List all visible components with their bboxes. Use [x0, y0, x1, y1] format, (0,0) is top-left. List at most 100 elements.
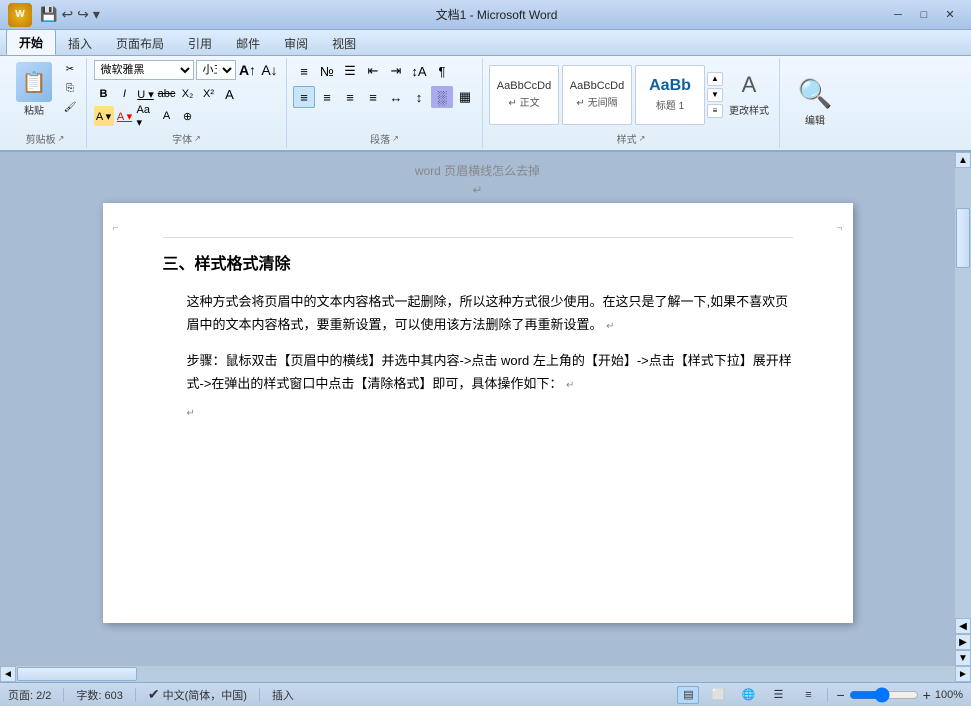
page-corner-tr: ¬ — [837, 223, 843, 234]
style-normal-label: ↵ 正文 — [508, 94, 539, 109]
increase-indent-button[interactable]: ⇥ — [385, 60, 407, 82]
align-left-button[interactable]: ≡ — [293, 86, 315, 108]
tab-home[interactable]: 开始 — [6, 29, 56, 55]
maximize-button[interactable]: □ — [911, 5, 937, 25]
text-outline-button[interactable]: A — [157, 106, 177, 126]
input-mode[interactable]: 插入 — [272, 687, 294, 703]
zoom-minus-button[interactable]: − — [836, 687, 844, 703]
dropdown-quick-icon[interactable]: ▾ — [93, 6, 100, 23]
underline-button[interactable]: U ▾ — [136, 84, 156, 104]
paragraph-expand-icon[interactable]: ↗ — [392, 134, 399, 143]
tab-view[interactable]: 视图 — [320, 31, 368, 55]
tab-review[interactable]: 审阅 — [272, 31, 320, 55]
strikethrough-button[interactable]: abc — [157, 84, 177, 104]
web-layout-button[interactable]: 🌐 — [737, 686, 759, 704]
fullscreen-button[interactable]: ⬜ — [707, 686, 729, 704]
scroll-down-button[interactable]: ▼ — [955, 650, 971, 666]
line-spacing-button[interactable]: ↕ — [408, 86, 430, 108]
highlight-button[interactable]: A ▾ — [94, 106, 114, 126]
ribbon-group-paragraph: ≡ № ☰ ⇤ ⇥ ↕A ¶ ≡ ≡ ≡ ≡ ↔ ↕ ░ ▦ — [287, 58, 483, 148]
redo-quick-icon[interactable]: ↪ — [77, 6, 89, 23]
tab-insert[interactable]: 插入 — [56, 31, 104, 55]
subscript-button[interactable]: X₂ — [178, 84, 198, 104]
style-nospacing-label: ↵ 无间隔 — [576, 94, 617, 109]
decrease-font-button[interactable]: A↓ — [260, 60, 280, 80]
styles-expand-icon[interactable]: ↗ — [639, 134, 646, 143]
tab-pagelayout[interactable]: 页面布局 — [104, 31, 176, 55]
scroll-thumb[interactable] — [956, 208, 970, 268]
language-icon: ✔ — [148, 686, 160, 703]
document-page[interactable]: ⌐ ¬ 三、样式格式清除 这种方式会将页眉中的文本内容格式一起删除，所以这种方式… — [103, 203, 853, 623]
align-right-button[interactable]: ≡ — [339, 86, 361, 108]
scroll-right-button[interactable]: ► — [955, 666, 971, 682]
multilevel-button[interactable]: ☰ — [339, 60, 361, 82]
vertical-scrollbar: ▲ ◀ ▶ ▼ — [955, 152, 971, 666]
draft-button[interactable]: ≡ — [797, 686, 819, 704]
font-name-select[interactable]: 微软雅黑 — [94, 60, 194, 80]
clipboard-expand-icon[interactable]: ↗ — [58, 134, 65, 143]
show-marks-button[interactable]: ¶ — [431, 60, 453, 82]
style-heading1-label: 标题 1 — [656, 97, 684, 112]
char-shade-button[interactable]: Aa ▾ — [136, 106, 156, 126]
close-button[interactable]: ✕ — [937, 5, 963, 25]
clear-format-button[interactable]: A — [220, 84, 240, 104]
outline-button[interactable]: ☰ — [767, 686, 789, 704]
doc-paragraph1: 这种方式会将页眉中的文本内容格式一起删除，所以这种方式很少使用。在这只是了解一下… — [187, 290, 793, 337]
text-direction-button[interactable]: ↔ — [385, 86, 407, 108]
style-scroll-up[interactable]: ▲ — [707, 72, 723, 86]
increase-font-button[interactable]: A↑ — [238, 60, 258, 80]
font-size-select[interactable]: 小五 — [196, 60, 236, 80]
borders-button[interactable]: ▦ — [454, 86, 476, 108]
h-scroll-thumb[interactable] — [17, 667, 137, 681]
document-scroll[interactable]: word 页眉横线怎么去掉 ↵ ⌐ ¬ 三、样式格式清除 这种方式会将页眉中的文… — [0, 152, 955, 666]
font-color-button[interactable]: A ▾ — [115, 106, 135, 126]
format-painter-button[interactable]: 🖌 — [60, 98, 80, 116]
paragraph-content: ≡ № ☰ ⇤ ⇥ ↕A ¶ ≡ ≡ ≡ ≡ ↔ ↕ ░ ▦ — [293, 60, 476, 129]
text-effect-button[interactable]: ⊕ — [178, 106, 198, 126]
para1-enter: ↵ — [606, 321, 614, 332]
justify-button[interactable]: ≡ — [362, 86, 384, 108]
next-page-button[interactable]: ▶ — [955, 634, 971, 650]
print-layout-button[interactable]: ▤ — [677, 686, 699, 704]
style-heading1[interactable]: AaBb 标题 1 — [635, 65, 705, 125]
italic-button[interactable]: I — [115, 84, 135, 104]
numbering-button[interactable]: № — [316, 60, 338, 82]
prev-page-button[interactable]: ◀ — [955, 618, 971, 634]
superscript-button[interactable]: X² — [199, 84, 219, 104]
cut-button[interactable]: ✂ — [60, 60, 80, 78]
sort-button[interactable]: ↕A — [408, 60, 430, 82]
tab-mailings[interactable]: 邮件 — [224, 31, 272, 55]
minimize-button[interactable]: ─ — [885, 5, 911, 25]
bold-button[interactable]: B — [94, 84, 114, 104]
statusbar-right: ▤ ⬜ 🌐 ☰ ≡ − + 100% — [677, 686, 963, 704]
zoom-plus-button[interactable]: + — [923, 687, 931, 703]
align-center-button[interactable]: ≡ — [316, 86, 338, 108]
style-expand[interactable]: ≡ — [707, 104, 723, 118]
scroll-track[interactable] — [955, 168, 971, 618]
word-count: 字数: 603 — [76, 687, 122, 703]
decrease-indent-button[interactable]: ⇤ — [362, 60, 384, 82]
doc-enter-mark: ↵ — [187, 408, 793, 419]
doc-heading: 三、样式格式清除 — [163, 250, 793, 274]
font-expand-icon[interactable]: ↗ — [194, 134, 201, 143]
paste-button[interactable]: 📋 粘贴 — [10, 60, 58, 119]
undo-quick-icon[interactable]: ↩ — [61, 6, 73, 23]
titlebar: W 💾 ↩ ↪ ▾ 文档1 - Microsoft Word ─ □ ✕ — [0, 0, 971, 30]
zoom-slider[interactable] — [849, 689, 919, 701]
tab-references[interactable]: 引用 — [176, 31, 224, 55]
style-scroll-down[interactable]: ▼ — [707, 88, 723, 102]
style-nospacing[interactable]: AaBbCcDd ↵ 无间隔 — [562, 65, 632, 125]
copy-button[interactable]: ⎘ — [60, 79, 80, 97]
ribbon: 📋 粘贴 ✂ ⎘ 🖌 剪贴板 ↗ 微软雅黑 — [0, 56, 971, 152]
scroll-up-button[interactable]: ▲ — [955, 152, 971, 168]
change-style-button[interactable]: A 更改样式 — [725, 68, 773, 121]
paste-icon: 📋 — [16, 62, 52, 102]
bullets-button[interactable]: ≡ — [293, 60, 315, 82]
scroll-left-button[interactable]: ◄ — [0, 666, 16, 682]
zoom-level: 100% — [935, 689, 963, 701]
shading-button[interactable]: ░ — [431, 86, 453, 108]
save-quick-icon[interactable]: 💾 — [40, 6, 57, 23]
language-info[interactable]: ✔ 中文(简体，中国) — [148, 686, 247, 703]
h-scroll-track[interactable] — [16, 666, 955, 682]
style-normal[interactable]: AaBbCcDd ↵ 正文 — [489, 65, 559, 125]
